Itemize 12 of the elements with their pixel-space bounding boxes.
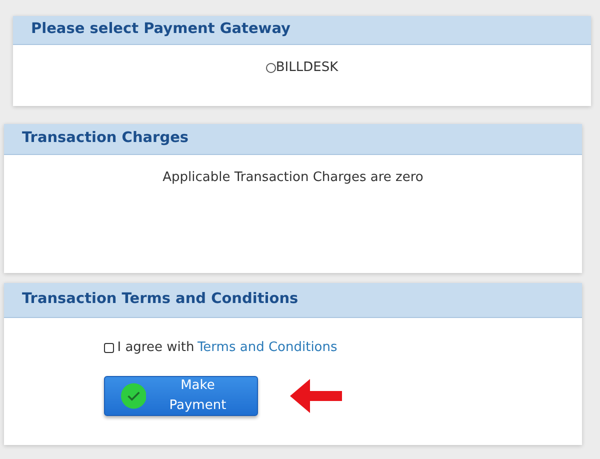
radio-button[interactable] xyxy=(266,62,276,73)
panel-title: Transaction Charges xyxy=(22,129,189,148)
panel-title: Transaction Terms and Conditions xyxy=(22,290,298,310)
check-icon xyxy=(121,382,146,410)
charges-message: Applicable Transaction Charges are zero xyxy=(162,170,424,185)
checkbox[interactable] xyxy=(104,342,114,353)
make-payment-button[interactable]: Make Payment xyxy=(104,376,258,416)
agree-label: I agree with xyxy=(117,339,194,357)
panel-title: Please select Payment Gateway xyxy=(31,20,290,40)
radio-label[interactable]: BILLDESK xyxy=(276,58,338,78)
terms-link[interactable]: Terms and Conditions xyxy=(197,338,338,358)
arrow-icon xyxy=(288,376,344,414)
